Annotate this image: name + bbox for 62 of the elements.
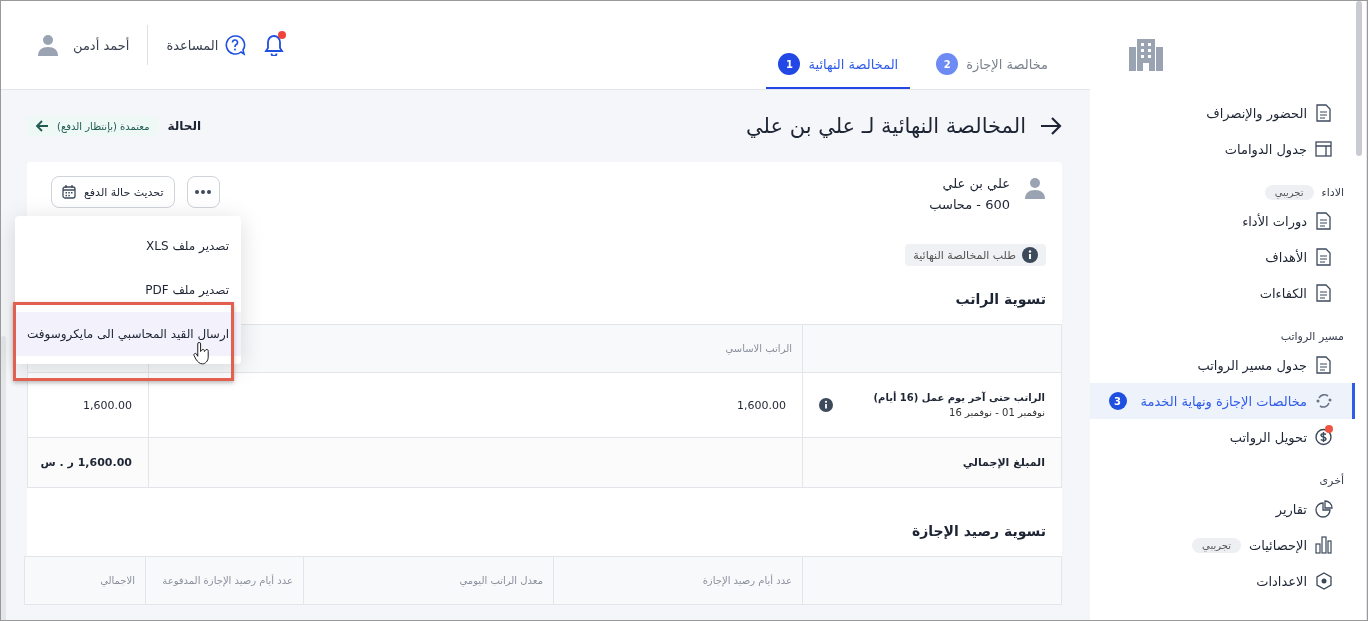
sidebar-item[interactable]: تقارير — [1090, 491, 1355, 527]
user-name[interactable]: أحمد أدمن — [73, 37, 130, 53]
scrollbar-thumb[interactable] — [1, 336, 6, 620]
dollar-icon — [1315, 428, 1333, 446]
info-icon[interactable] — [819, 398, 833, 412]
arrow-left-icon — [35, 120, 49, 132]
page-title: المخالصة النهائية لـ علي بن علي — [746, 114, 1026, 138]
row-period: نوفمبر 01 - نوفمبر 16 — [948, 407, 1045, 418]
document-icon — [1315, 212, 1333, 230]
table-header: معدل الراتب اليومي — [303, 556, 554, 605]
menu-item[interactable]: تصدير ملف XLS — [15, 224, 242, 268]
section-heading: أخرى — [1319, 473, 1344, 487]
info-icon — [1022, 247, 1038, 263]
employee-name[interactable]: علي بن علي — [929, 176, 1010, 191]
beta-badge: تجريبي — [1264, 184, 1314, 200]
refresh-icon — [1315, 392, 1333, 410]
sidebar-item[interactable]: الكفاءات — [1090, 275, 1355, 311]
sidebar-item[interactable]: تحويل الرواتب — [1090, 419, 1355, 455]
calendar-icon — [62, 185, 76, 199]
sidebar-item[interactable]: جدول الدوامات — [1090, 131, 1355, 167]
table-header: عدد أيام رصيد الإجازة — [553, 556, 803, 605]
table-cell: 1,600.00 — [148, 372, 803, 438]
avatar-icon — [1024, 176, 1046, 200]
update-payment-button[interactable]: تحديث حالة الدفع — [51, 176, 175, 208]
document-icon — [1315, 284, 1333, 302]
row-description: الراتب حتى آخر يوم عمل (16 أيام) — [873, 392, 1045, 403]
count-badge: 3 — [1108, 392, 1127, 410]
document-icon — [1315, 104, 1333, 122]
table-header: الاجمالي — [24, 556, 146, 605]
section-title: تسوية رصيد الإجازة — [911, 523, 1046, 539]
status-text: معتمدة (بإنتظار الدفع) — [57, 120, 150, 132]
sidebar-item[interactable]: الحضور والإنصراف — [1090, 95, 1355, 131]
document-icon — [1315, 356, 1333, 374]
beta-badge: تجريبي — [1192, 537, 1241, 553]
sidebar-item[interactable]: الأهداف — [1090, 239, 1355, 275]
back-arrow-icon[interactable] — [1040, 117, 1062, 135]
sidebar-item[interactable]: جدول مسير الرواتب — [1090, 347, 1355, 383]
section-heading: الاداء — [1321, 185, 1344, 199]
more-button[interactable] — [186, 176, 220, 208]
sidebar-item[interactable]: دورات الأداء — [1090, 203, 1355, 239]
settings-icon — [1315, 572, 1333, 590]
pie-chart-icon — [1315, 500, 1333, 518]
status-label: الحالة — [167, 119, 202, 133]
section-heading: مسير الرواتب — [1280, 329, 1344, 343]
tag-text: طلب المخالصة النهائية — [913, 248, 1016, 262]
help-link[interactable]: المساعدة — [166, 37, 219, 53]
bar-chart-icon — [1315, 536, 1333, 554]
sidebar-item[interactable]: الاعدادات — [1090, 563, 1355, 599]
employee-details: 600 - محاسب — [929, 197, 1010, 212]
total-label: المبلغ الإجمالي — [802, 437, 1062, 488]
menu-item[interactable]: تصدير ملف PDF — [15, 268, 242, 312]
table-icon — [1315, 140, 1333, 158]
section-title: تسوية الراتب — [955, 291, 1046, 307]
total-amount: 1,600.00 ر . س — [27, 437, 149, 488]
scrollbar-thumb[interactable] — [1356, 1, 1362, 156]
document-icon — [1315, 248, 1333, 266]
menu-item[interactable]: ارسال القيد المحاسبي الى مايكروسوفت — [15, 312, 242, 356]
help-icon[interactable] — [224, 34, 247, 56]
more-icon — [195, 190, 211, 194]
bell-icon[interactable] — [264, 34, 285, 56]
table-header: عدد أيام رصيد الإجازة المدفوعة — [145, 556, 304, 605]
sidebar-item[interactable]: الإحصائيات تجريبي — [1090, 527, 1355, 563]
